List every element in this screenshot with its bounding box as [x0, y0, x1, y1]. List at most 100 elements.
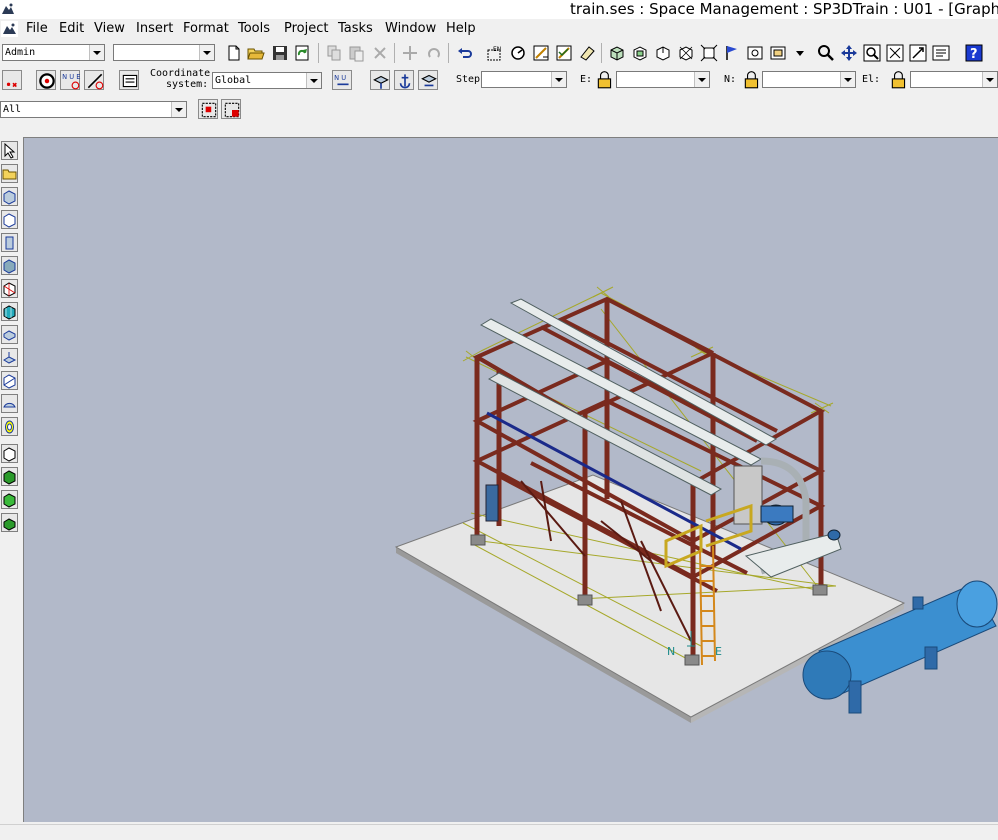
- measure-icon[interactable]: [508, 43, 528, 63]
- delete-icon[interactable]: [370, 43, 390, 63]
- chevron-down-icon[interactable]: [840, 72, 855, 87]
- copy-icon[interactable]: [324, 43, 344, 63]
- save-icon[interactable]: [270, 43, 290, 63]
- chevron-down-icon[interactable]: [89, 45, 104, 60]
- svg-text:N U E: N U E: [62, 73, 80, 81]
- percent-icon[interactable]: [84, 70, 104, 90]
- coordinate-label-line2: system:: [166, 79, 209, 90]
- chevron-down-icon[interactable]: [982, 72, 997, 87]
- locate-filter-combo[interactable]: All: [0, 101, 187, 118]
- open-folder-icon[interactable]: [246, 43, 266, 63]
- view-dropdown-icon[interactable]: [768, 43, 788, 63]
- menu-format[interactable]: Format: [183, 21, 229, 37]
- menu-project[interactable]: Project: [284, 21, 328, 37]
- space-cube-icon[interactable]: [1, 256, 18, 275]
- document-icon[interactable]: [1, 21, 18, 37]
- space-cube-open-icon[interactable]: [1, 444, 18, 463]
- cube-view-3-icon[interactable]: [653, 43, 673, 63]
- check-drawing-icon[interactable]: [554, 43, 574, 63]
- chevron-down-icon[interactable]: [790, 43, 804, 63]
- space-grid-icon[interactable]: [1, 302, 18, 321]
- space-slope-icon[interactable]: [1, 371, 18, 390]
- compass-north: N: [667, 645, 675, 658]
- nue-icon[interactable]: N U E: [60, 70, 80, 90]
- undo-icon[interactable]: [455, 43, 475, 63]
- view-icon[interactable]: [745, 43, 765, 63]
- zoom-area-icon[interactable]: [862, 43, 882, 63]
- space-mesh-icon[interactable]: [1, 279, 18, 298]
- coordinate-system-combo[interactable]: Global: [212, 72, 322, 89]
- fit-icon[interactable]: [885, 43, 905, 63]
- locate-icon[interactable]: [36, 70, 56, 90]
- separator: [394, 43, 395, 63]
- fit-all-icon[interactable]: [699, 43, 719, 63]
- secondary-combo[interactable]: [113, 44, 215, 61]
- space-ring-icon[interactable]: [1, 417, 18, 436]
- menu-tools[interactable]: Tools: [238, 21, 270, 37]
- plane-icon[interactable]: [370, 70, 390, 90]
- chevron-down-icon[interactable]: [199, 45, 214, 60]
- menu-help[interactable]: Help: [446, 21, 476, 37]
- chevron-down-icon[interactable]: [171, 102, 186, 117]
- pan-icon[interactable]: [839, 43, 859, 63]
- menu-tasks[interactable]: Tasks: [338, 21, 373, 37]
- folder-icon[interactable]: [1, 164, 18, 183]
- new-document-icon[interactable]: [224, 43, 244, 63]
- chevron-down-icon[interactable]: [551, 72, 566, 87]
- flag-icon[interactable]: [722, 43, 742, 63]
- e-combo[interactable]: [616, 71, 710, 88]
- model-scene[interactable]: N E: [24, 138, 998, 822]
- pin-point-icon[interactable]: EN: [485, 43, 505, 63]
- space-column-icon[interactable]: [1, 233, 18, 252]
- e-label: E:: [580, 74, 593, 85]
- n-combo[interactable]: [762, 71, 856, 88]
- menu-file[interactable]: File: [26, 21, 48, 37]
- space-box-icon[interactable]: [1, 187, 18, 206]
- lock-n-icon[interactable]: [742, 70, 760, 89]
- graphic-view[interactable]: N E: [23, 137, 998, 822]
- electrical-box: [485, 484, 499, 522]
- cube-view-4-icon[interactable]: [676, 43, 696, 63]
- help-icon[interactable]: ?: [964, 43, 984, 63]
- eraser-icon[interactable]: [577, 43, 597, 63]
- move-icon[interactable]: [400, 43, 420, 63]
- lock-e-icon[interactable]: [595, 70, 613, 89]
- check-icon[interactable]: [531, 43, 551, 63]
- plane-2-icon[interactable]: [418, 70, 438, 90]
- cube-view-2-icon[interactable]: [630, 43, 650, 63]
- settings-icon[interactable]: [119, 70, 139, 90]
- space-green-3-icon[interactable]: [1, 513, 18, 532]
- select-inside-icon[interactable]: [198, 99, 218, 119]
- space-green-2-icon[interactable]: [1, 490, 18, 509]
- menu-window[interactable]: Window: [385, 21, 436, 37]
- menu-insert[interactable]: Insert: [136, 21, 173, 37]
- space-box-2-icon[interactable]: [1, 210, 18, 229]
- zoom-window-icon[interactable]: [908, 43, 928, 63]
- step-combo[interactable]: [481, 71, 567, 88]
- refresh-icon[interactable]: [292, 43, 312, 63]
- space-plane-icon[interactable]: [1, 348, 18, 367]
- chevron-down-icon[interactable]: [694, 72, 709, 87]
- n-label: N:: [724, 74, 737, 85]
- rotate-icon[interactable]: [424, 43, 444, 63]
- lock-el-icon[interactable]: [889, 70, 907, 89]
- chevron-down-icon[interactable]: [306, 73, 321, 88]
- filter-toolbar: All: [0, 96, 998, 122]
- menu-view[interactable]: View: [94, 21, 125, 37]
- space-green-icon[interactable]: [1, 467, 18, 486]
- menu-edit[interactable]: Edit: [59, 21, 84, 37]
- permission-group-combo[interactable]: Admin: [2, 44, 105, 61]
- el-combo[interactable]: [910, 71, 998, 88]
- anchor-icon[interactable]: [394, 70, 414, 90]
- nue-coordinate-icon[interactable]: N U: [332, 70, 352, 90]
- cancel-icon[interactable]: [2, 70, 22, 90]
- properties-icon[interactable]: [931, 43, 951, 63]
- select-overlap-icon[interactable]: [221, 99, 241, 119]
- cube-view-icon[interactable]: [607, 43, 627, 63]
- space-arc-icon[interactable]: [1, 394, 18, 413]
- zoom-icon[interactable]: [816, 43, 836, 63]
- paste-icon[interactable]: [346, 43, 366, 63]
- select-arrow-icon[interactable]: [1, 141, 18, 160]
- space-prism-icon[interactable]: [1, 325, 18, 344]
- menu-bar: File Edit View Insert Format Tools Proje…: [0, 19, 998, 39]
